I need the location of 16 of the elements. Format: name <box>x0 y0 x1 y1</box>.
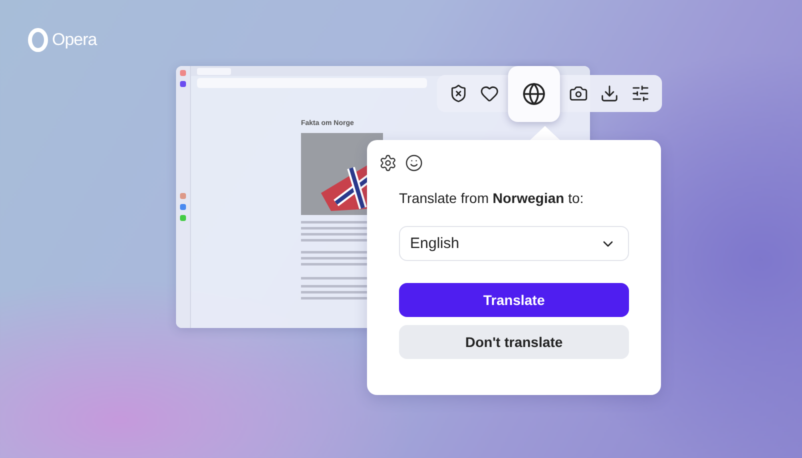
download-icon <box>600 84 620 103</box>
select-value: English <box>410 235 460 252</box>
translate-button[interactable]: Translate <box>399 283 629 317</box>
smile-icon[interactable] <box>405 154 423 172</box>
logo-icon <box>28 28 48 52</box>
language-select[interactable]: English <box>399 226 629 261</box>
settings-icon[interactable] <box>379 154 397 172</box>
translate-prompt: Translate from Norwegian to: <box>399 190 585 206</box>
camera-icon <box>568 84 588 103</box>
heart-icon <box>480 84 499 103</box>
shield-icon <box>448 84 468 103</box>
dismiss-button[interactable]: Don't translate <box>399 325 629 359</box>
globe-icon <box>522 82 546 106</box>
brand-name: Opera <box>52 30 97 50</box>
sliders-icon <box>631 84 650 103</box>
toolbar-button[interactable] <box>508 66 560 122</box>
